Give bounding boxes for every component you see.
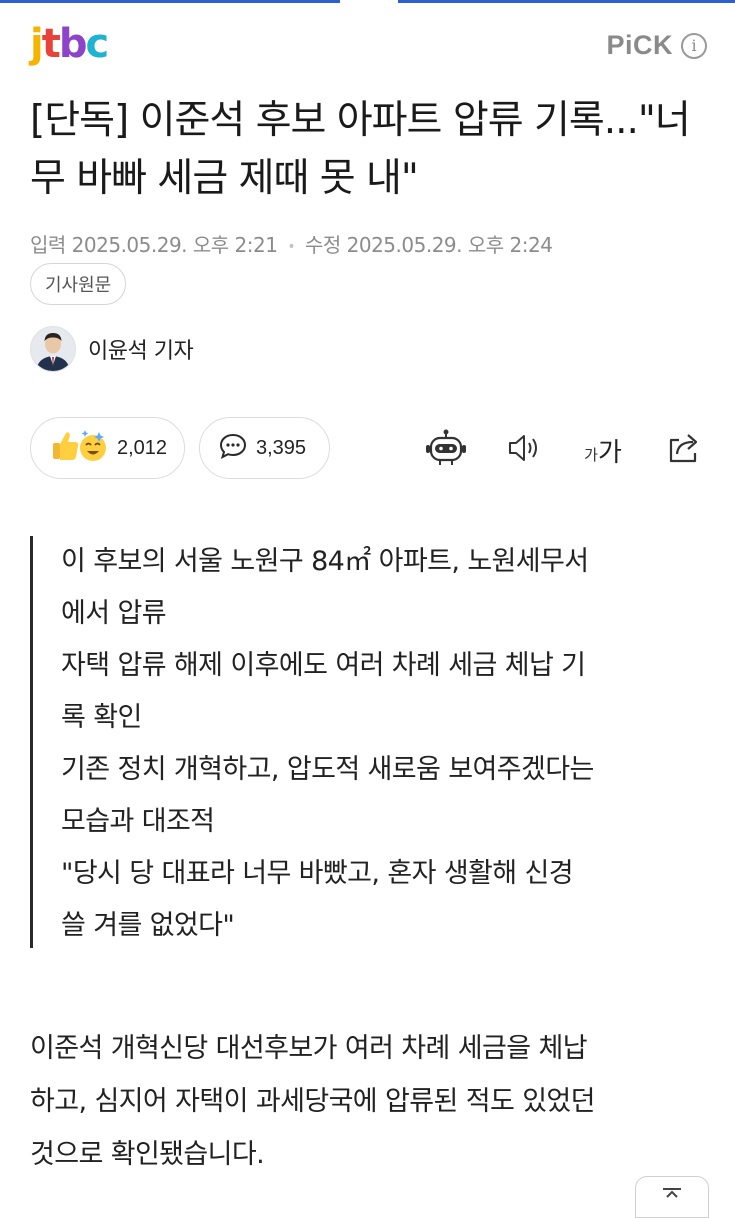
reaction-button[interactable]: 2,012 <box>30 417 185 479</box>
article-dates: 입력 2025.05.29. 오후 2:21 • 수정 2025.05.29. … <box>30 229 553 258</box>
speaker-icon <box>504 430 544 470</box>
summary-line: 에서 압류 <box>61 598 167 629</box>
read-aloud-button[interactable] <box>502 428 546 472</box>
summary-line: 록 확인 <box>61 702 142 733</box>
scroll-top-button[interactable] <box>635 1176 709 1218</box>
font-size-button[interactable]: 가 가 <box>578 428 628 472</box>
reporter-name: 이윤석 기자 <box>88 339 194 364</box>
article-summary: 이 후보의 서울 노원구 84㎡ 아파트, 노원세무서 에서 압류 자택 압류 … <box>30 536 690 948</box>
article-title: [단독] 이준석 후보 아파트 압류 기록..."너무 바빠 세금 제때 못 내… <box>30 98 691 201</box>
info-icon[interactable]: i <box>681 32 707 59</box>
font-size-large: 가 <box>597 437 622 468</box>
article-body: 이준석 개혁신당 대선후보가 여러 차례 세금을 체납 하고, 심지어 자택이 … <box>30 1022 710 1181</box>
app-header: jtbc PiCK i <box>30 18 707 70</box>
edit-time: 2025.05.29. 오후 2:24 <box>346 233 553 257</box>
edit-label: 수정 <box>304 233 341 257</box>
input-time: 2025.05.29. 오후 2:21 <box>71 233 278 257</box>
pick-label: PiCK <box>606 30 673 60</box>
reporter-info[interactable]: 이윤석 기자 <box>30 326 194 372</box>
input-label: 입력 <box>30 233 66 257</box>
comment-count: 3,395 <box>256 436 307 459</box>
summary-line: 기존 정치 개혁하고, 압도적 새로움 보여주겠다는 <box>61 754 594 785</box>
summary-line: 모습과 대조적 <box>61 806 215 837</box>
body-line: 것으로 확인됐습니다. <box>30 1139 265 1170</box>
top-accent-line-right <box>398 0 735 3</box>
reaction-emoji-icon <box>49 426 109 470</box>
summary-line: 쓸 겨를 없었다" <box>61 910 235 941</box>
separator-dot: • <box>287 238 296 255</box>
comment-icon <box>218 431 248 465</box>
summary-line: "당시 당 대표라 너무 바빴고, 혼자 생활해 신경 <box>61 858 574 889</box>
original-article-button[interactable]: 기사원문 <box>30 263 127 305</box>
share-button[interactable] <box>662 428 706 472</box>
body-line: 하고, 심지어 자택이 과세당국에 압류된 적도 있었던 <box>30 1086 596 1117</box>
comment-button[interactable]: 3,395 <box>199 417 330 479</box>
arrow-up-icon <box>657 1177 687 1217</box>
share-icon <box>665 430 703 470</box>
summary-line: 자택 압류 해제 이후에도 여러 차례 세금 체납 기 <box>61 650 586 681</box>
robot-summary-button[interactable] <box>424 428 468 472</box>
top-accent-line-left <box>0 0 340 3</box>
jtbc-logo[interactable]: jtbc <box>30 22 109 66</box>
reporter-avatar <box>30 326 76 372</box>
reaction-count: 2,012 <box>117 436 168 459</box>
font-size-small: 가 <box>584 445 598 464</box>
pick-badge[interactable]: PiCK i <box>606 30 707 61</box>
body-line: 이준석 개혁신당 대선후보가 여러 차례 세금을 체납 <box>30 1033 588 1064</box>
robot-summary-icon <box>424 428 468 472</box>
summary-line: 이 후보의 서울 노원구 84㎡ 아파트, 노원세무서 <box>61 546 589 577</box>
